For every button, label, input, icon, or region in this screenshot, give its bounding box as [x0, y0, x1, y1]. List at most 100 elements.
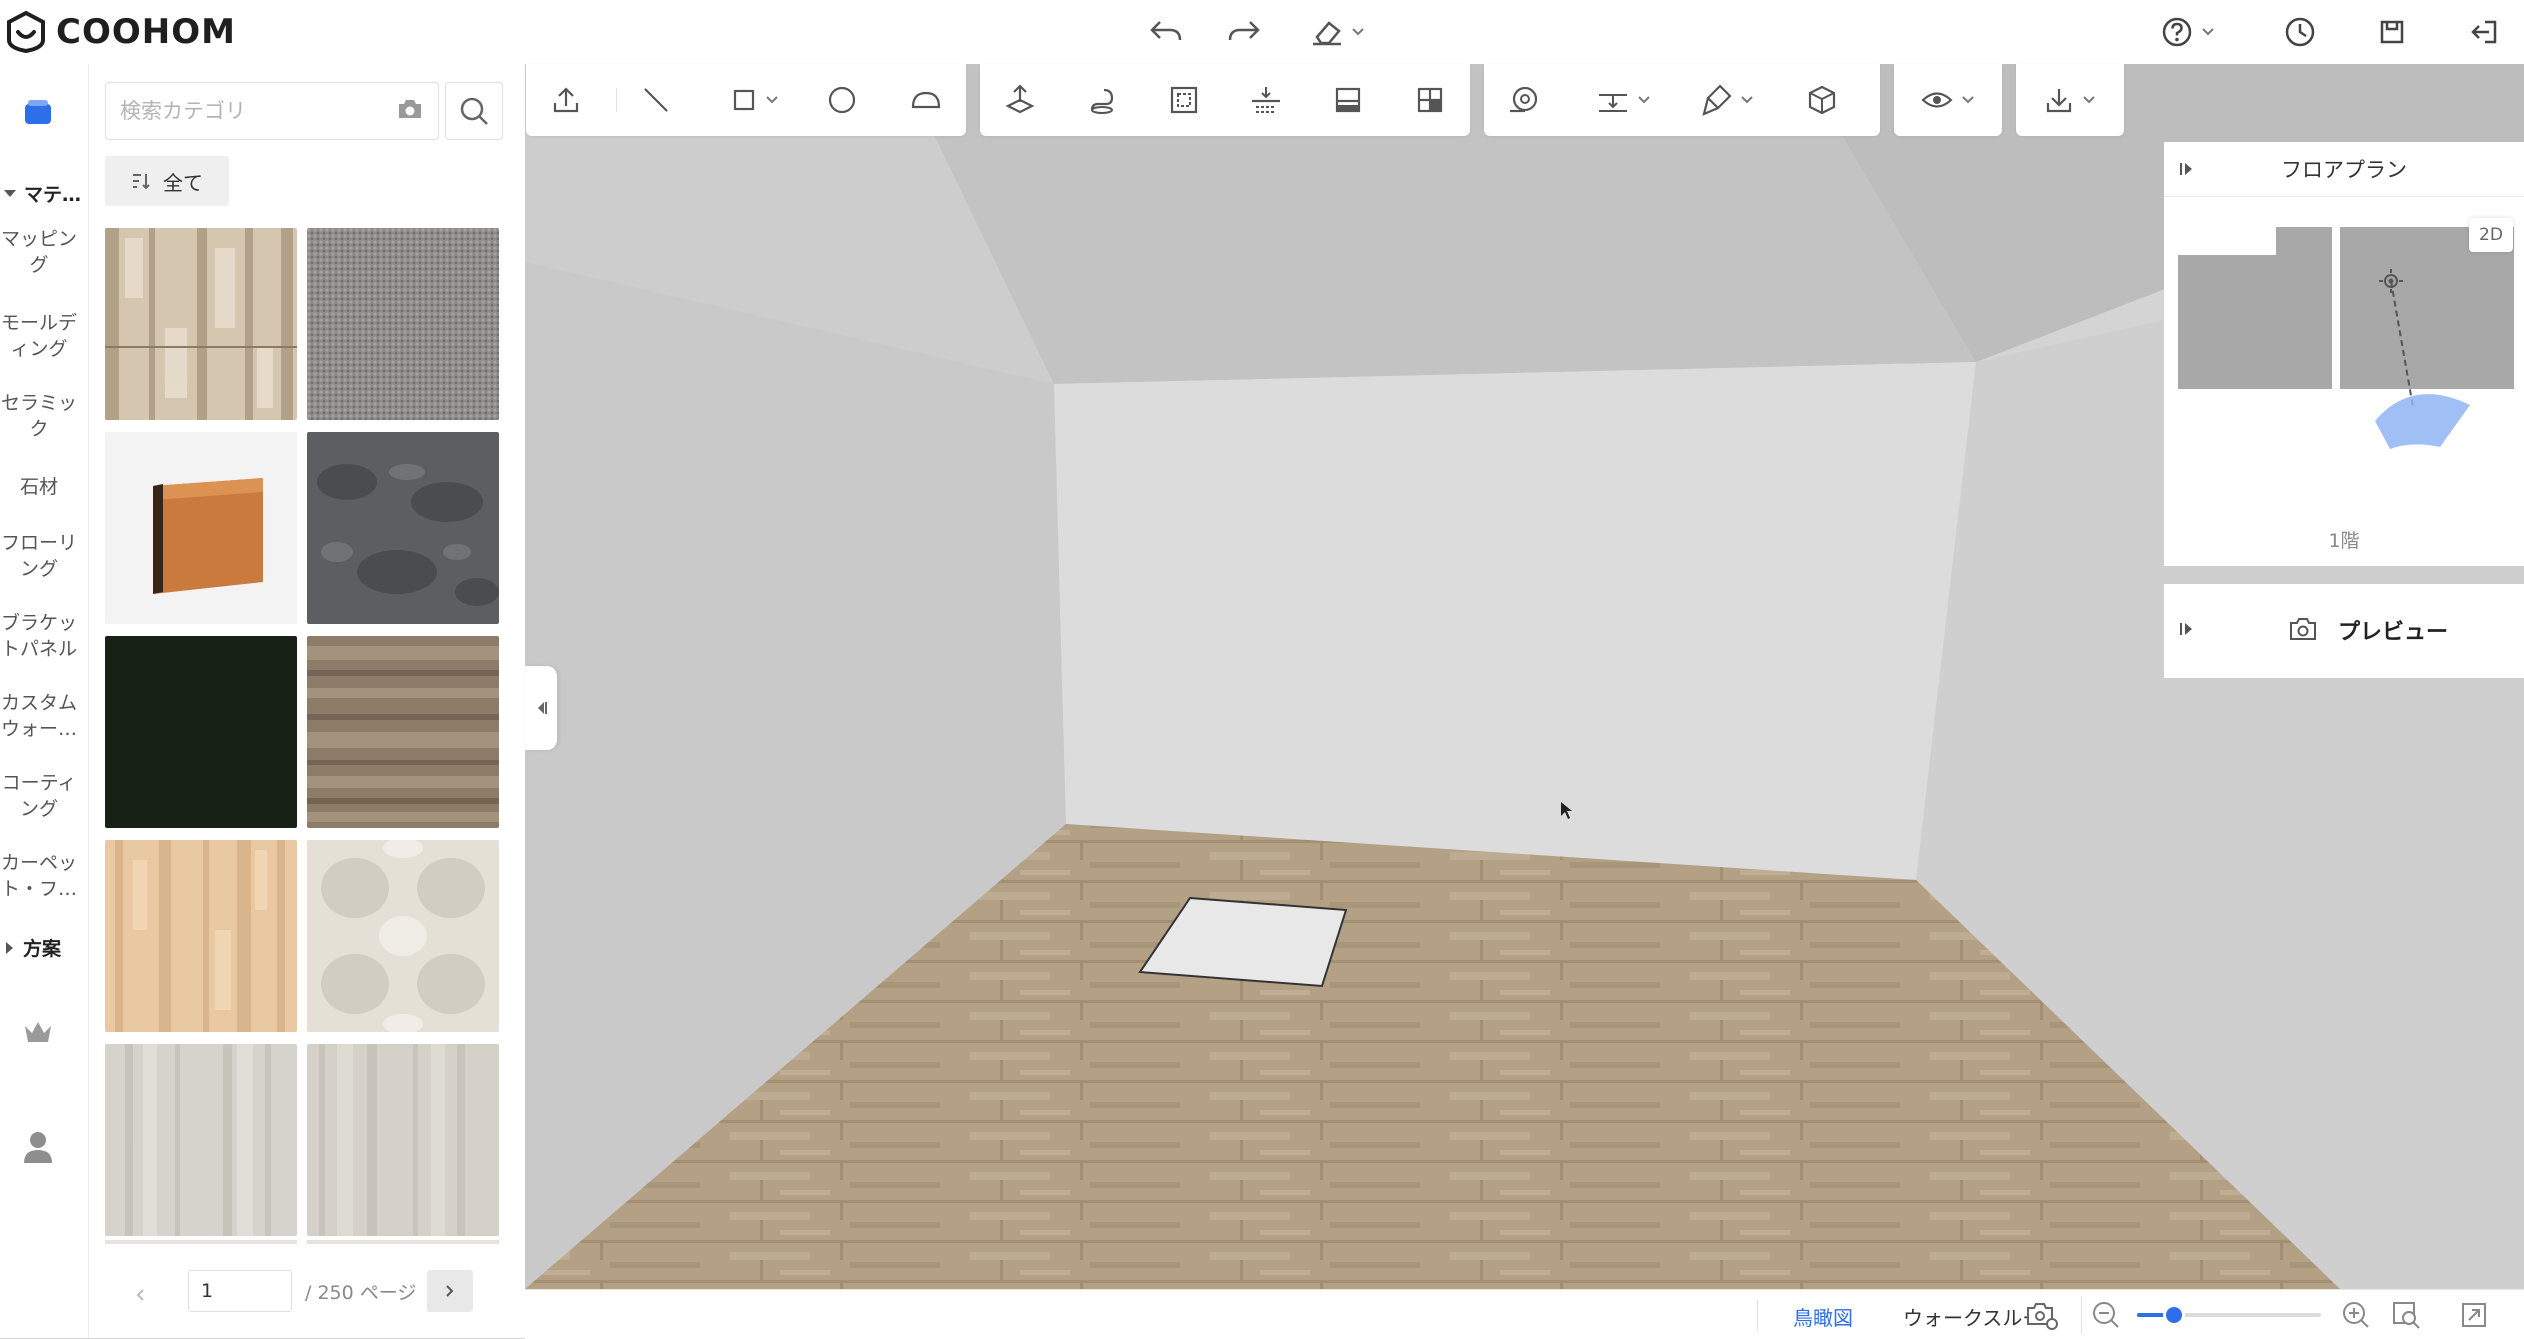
dimension-button[interactable]: [1584, 78, 1664, 122]
line-tool-button[interactable]: [634, 78, 678, 122]
exit-button[interactable]: [2464, 12, 2504, 52]
account-button[interactable]: [22, 1130, 54, 1164]
tab-walkthrough[interactable]: ウォークスルー: [1903, 1302, 2042, 1331]
paint-button[interactable]: [1688, 78, 1768, 122]
sidebar-item-mapping[interactable]: マッピン グ: [0, 226, 78, 278]
next-page-button[interactable]: [427, 1270, 473, 1312]
image-search-button[interactable]: [396, 97, 424, 121]
zoom-in-icon: [2343, 1302, 2369, 1328]
help-button[interactable]: [2156, 12, 2220, 52]
collapse-panel-button[interactable]: [525, 666, 557, 750]
material-thumbnail: [105, 1044, 297, 1236]
preview-expand-button[interactable]: [2178, 620, 2196, 638]
undo-button[interactable]: [1146, 12, 1186, 52]
material-tile-tan-wood[interactable]: [105, 840, 297, 1032]
chevron-down-icon: [1352, 28, 1364, 36]
2d-mode-badge[interactable]: 2D: [2469, 218, 2513, 252]
floorplan-panel: フロアプラン 2D 1階: [2164, 142, 2524, 566]
component-button[interactable]: [1800, 78, 1844, 122]
sidebar-item-custom-wall[interactable]: カスタム ウォー…: [0, 690, 78, 742]
zoom-slider[interactable]: [2137, 1307, 2321, 1323]
help-icon: [2162, 17, 2192, 47]
sidebar-item-coating[interactable]: コーティ ング: [0, 770, 78, 822]
prev-page-button[interactable]: [135, 1288, 145, 1302]
floor-level-label[interactable]: 1階: [2164, 526, 2524, 553]
material-tile-gray-carpet[interactable]: [307, 228, 499, 420]
follow-path-icon: [1090, 88, 1114, 114]
materials-heading[interactable]: マテ…: [0, 180, 88, 207]
search-input[interactable]: [118, 83, 382, 139]
zoom-in-button[interactable]: [2341, 1300, 2371, 1330]
material-library-button[interactable]: [20, 94, 56, 130]
sidebar-item-bracket-panel[interactable]: ブラケッ トパネル: [0, 610, 78, 662]
follow-me-button[interactable]: [1080, 78, 1124, 122]
filter-all-label: 全て: [163, 170, 203, 195]
bottom-separator: [1757, 1300, 1758, 1330]
floorplan-title: フロアプラン: [2281, 158, 2407, 182]
camera-settings-button[interactable]: [2025, 1300, 2059, 1330]
split-horizontal-button[interactable]: [1326, 78, 1370, 122]
preview-camera-button[interactable]: [2288, 616, 2318, 642]
material-tile-black-green[interactable]: [105, 636, 297, 828]
material-tile-dark-stone[interactable]: [307, 432, 499, 624]
material-tile-pale-beige-wood[interactable]: [307, 1044, 499, 1236]
save-button[interactable]: [2372, 12, 2412, 52]
chevron-right-icon: [446, 1285, 454, 1297]
material-tile-baseboard[interactable]: [105, 432, 297, 624]
preview-panel: プレビュー: [2164, 584, 2524, 678]
user-icon: [24, 1132, 52, 1163]
sidebar-item-molding[interactable]: モールデ ィング: [0, 310, 78, 362]
split-quad-button[interactable]: [1408, 78, 1452, 122]
search-button[interactable]: [445, 82, 503, 140]
premium-button[interactable]: [22, 1018, 54, 1046]
zoom-slider-handle[interactable]: [2165, 1307, 2182, 1323]
cube-stack-icon: [25, 100, 51, 124]
push-pull-button[interactable]: [998, 78, 1042, 122]
circle-tool-button[interactable]: [820, 78, 864, 122]
view-button[interactable]: [1908, 78, 1988, 122]
circle-icon: [828, 86, 856, 114]
offset-icon: [1170, 86, 1198, 114]
sort-icon: [133, 174, 150, 190]
sidebar-item-carpet[interactable]: カーペッ ト・フ…: [0, 850, 78, 902]
material-tile-pale-gray-wood[interactable]: [105, 1044, 297, 1236]
floorplan-drawing: [2178, 227, 2514, 449]
download-button[interactable]: [2030, 78, 2110, 122]
tape-measure-button[interactable]: [1502, 78, 1546, 122]
sidebar-item-flooring[interactable]: フローリ ング: [0, 530, 78, 582]
page-total-label: / 250 ページ: [305, 1282, 417, 1304]
zoom-out-button[interactable]: [2091, 1300, 2121, 1330]
logo: COOHOM: [4, 10, 236, 54]
eye-icon: [1921, 92, 1953, 108]
section-plane-button[interactable]: [1244, 78, 1288, 122]
filter-all-button[interactable]: 全て: [105, 156, 229, 206]
fullscreen-icon: [2462, 1303, 2486, 1327]
scheme-heading[interactable]: 方案: [0, 934, 88, 961]
toolbar-group-model: [980, 64, 1470, 136]
eraser-button[interactable]: [1306, 12, 1370, 52]
redo-button[interactable]: [1224, 12, 1264, 52]
clock-icon: [2285, 17, 2315, 47]
arc-tool-button[interactable]: [904, 78, 948, 122]
import-button[interactable]: [544, 78, 588, 122]
sidebar-item-stone[interactable]: 石材: [0, 474, 78, 500]
zoom-fit-button[interactable]: [2391, 1300, 2421, 1330]
pagination: / 250 ページ: [89, 1264, 525, 1334]
material-catalog: 全て: [89, 64, 525, 1338]
material-thumbnail: [307, 636, 499, 828]
page-number-input[interactable]: [188, 1270, 292, 1312]
fullscreen-button[interactable]: [2459, 1300, 2489, 1330]
material-thumbnail: [307, 432, 499, 624]
material-tile-cream-marble[interactable]: [307, 840, 499, 1032]
material-tile-wood-planks[interactable]: [105, 228, 297, 420]
history-button[interactable]: [2280, 12, 2320, 52]
rectangle-tool-button[interactable]: [720, 78, 790, 122]
material-tile-brown-wood[interactable]: [307, 636, 499, 828]
offset-button[interactable]: [1162, 78, 1206, 122]
floorplan-map[interactable]: [2164, 196, 2524, 567]
preview-title[interactable]: プレビュー: [2338, 614, 2448, 646]
tab-birdseye-view[interactable]: 鳥瞰図: [1793, 1302, 1853, 1331]
material-thumbnail: [307, 840, 499, 1032]
material-thumbnail: [105, 432, 297, 624]
sidebar-item-ceramic[interactable]: セラミッ ク: [0, 390, 78, 442]
